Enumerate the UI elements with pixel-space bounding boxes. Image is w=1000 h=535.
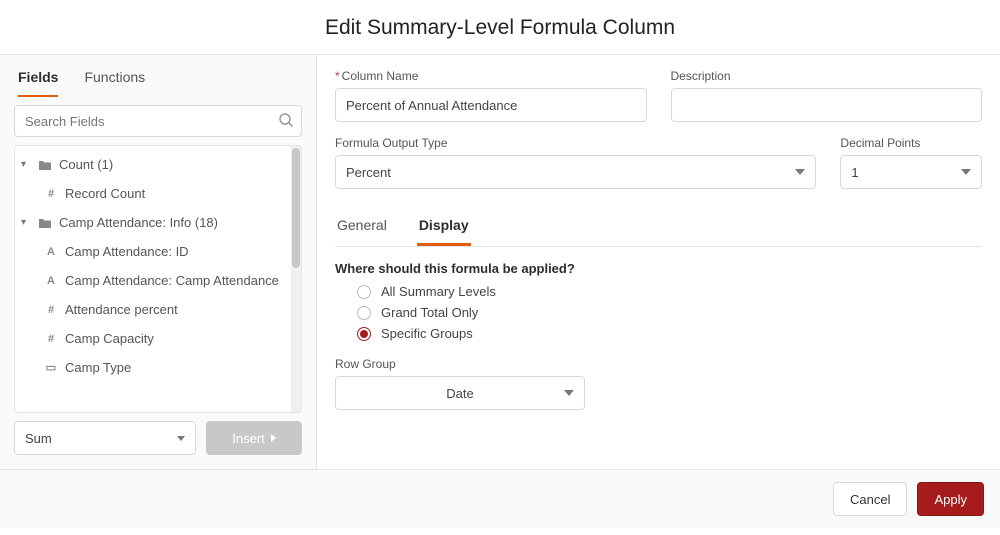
right-panel: *Column Name Description Formula Output … — [317, 55, 1000, 469]
tree-leaf-label: Camp Type — [65, 360, 131, 375]
radio-label: Specific Groups — [381, 326, 473, 341]
row-group-label: Row Group — [335, 357, 585, 371]
tree-leaf[interactable]: # Attendance percent — [15, 295, 301, 324]
radio-label: Grand Total Only — [381, 305, 478, 320]
apply-question: Where should this formula be applied? — [335, 261, 982, 276]
search-box — [14, 105, 302, 137]
number-icon: # — [43, 332, 59, 346]
tab-functions[interactable]: Functions — [84, 55, 145, 97]
tree-group-label: Camp Attendance: Info (18) — [59, 215, 218, 230]
folder-icon — [37, 158, 53, 172]
text-icon: A — [43, 274, 59, 288]
decimal-points-label: Decimal Points — [840, 136, 982, 150]
tree-leaf[interactable]: A Camp Attendance: ID — [15, 237, 301, 266]
tab-display[interactable]: Display — [417, 203, 471, 246]
chevron-down-icon — [795, 169, 805, 175]
left-actions: Sum Insert — [0, 421, 316, 469]
dialog-title: Edit Summary-Level Formula Column — [0, 16, 1000, 40]
left-tabs: Fields Functions — [0, 55, 316, 97]
scroll-thumb[interactable] — [292, 148, 300, 268]
text-icon: A — [43, 245, 59, 259]
number-icon: # — [43, 303, 59, 317]
tree-leaf-label: Camp Attendance: Camp Attendance — [65, 273, 279, 288]
field-tree: ▾ Count (1) # Record Count ▾ Camp A — [15, 150, 301, 408]
dialog-header: Edit Summary-Level Formula Column — [0, 0, 1000, 55]
insert-button-label: Insert — [232, 431, 265, 446]
insert-button[interactable]: Insert — [206, 421, 302, 455]
radio-icon — [357, 285, 371, 299]
radio-all-summary-levels[interactable]: All Summary Levels — [357, 284, 982, 299]
folder-icon — [37, 216, 53, 230]
chevron-down-icon — [564, 390, 574, 396]
radio-label: All Summary Levels — [381, 284, 496, 299]
description-input[interactable] — [671, 88, 983, 122]
number-icon: # — [43, 187, 59, 201]
cancel-button[interactable]: Cancel — [833, 482, 907, 516]
decimal-points-select[interactable]: 1 — [840, 155, 982, 189]
chevron-down-icon: ▾ — [21, 159, 31, 170]
tree-leaf-label: Camp Capacity — [65, 331, 154, 346]
search-wrap — [0, 97, 316, 145]
tree-leaf[interactable]: # Camp Capacity — [15, 324, 301, 353]
chevron-down-icon: ▾ — [21, 217, 31, 228]
scrollbar[interactable] — [291, 146, 301, 412]
dialog-footer: Cancel Apply — [0, 470, 1000, 528]
row-group-value: Date — [446, 386, 473, 401]
radio-icon — [357, 306, 371, 320]
decimal-points-value: 1 — [851, 165, 858, 180]
aggregate-select-value: Sum — [25, 431, 52, 446]
aggregate-select[interactable]: Sum — [14, 421, 196, 455]
tree-leaf-label: Record Count — [65, 186, 145, 201]
picklist-icon: ▭ — [43, 361, 59, 375]
tree-leaf-label: Camp Attendance: ID — [65, 244, 189, 259]
tab-fields[interactable]: Fields — [18, 55, 58, 97]
apply-radio-group: All Summary Levels Grand Total Only Spec… — [357, 284, 982, 341]
tree-group-label: Count (1) — [59, 157, 113, 172]
radio-icon — [357, 327, 371, 341]
dialog-body: Fields Functions ▾ Count (1) — [0, 55, 1000, 470]
chevron-down-icon — [177, 436, 185, 441]
search-icon — [278, 112, 294, 128]
output-type-select[interactable]: Percent — [335, 155, 816, 189]
tree-leaf[interactable]: ▭ Camp Type — [15, 353, 301, 382]
field-tree-container: ▾ Count (1) # Record Count ▾ Camp A — [14, 145, 302, 413]
radio-specific-groups[interactable]: Specific Groups — [357, 326, 982, 341]
tree-leaf[interactable]: A Camp Attendance: Camp Attendance — [15, 266, 301, 295]
radio-grand-total-only[interactable]: Grand Total Only — [357, 305, 982, 320]
tree-group[interactable]: ▾ Camp Attendance: Info (18) — [15, 208, 301, 237]
description-label: Description — [671, 69, 983, 83]
chevron-right-icon — [271, 434, 276, 442]
column-name-input[interactable] — [335, 88, 647, 122]
chevron-down-icon — [961, 169, 971, 175]
required-star-icon: * — [335, 69, 340, 83]
search-input[interactable] — [14, 105, 302, 137]
apply-button[interactable]: Apply — [917, 482, 984, 516]
tree-group[interactable]: ▾ Count (1) — [15, 150, 301, 179]
sub-tabs: General Display — [335, 203, 982, 247]
output-type-value: Percent — [346, 165, 391, 180]
row-group-select[interactable]: Date — [335, 376, 585, 410]
left-panel: Fields Functions ▾ Count (1) — [0, 55, 317, 469]
tree-leaf[interactable]: # Record Count — [15, 179, 301, 208]
column-name-label: *Column Name — [335, 69, 647, 83]
tree-leaf-label: Attendance percent — [65, 302, 178, 317]
output-type-label: Formula Output Type — [335, 136, 816, 150]
tab-general[interactable]: General — [335, 203, 389, 246]
